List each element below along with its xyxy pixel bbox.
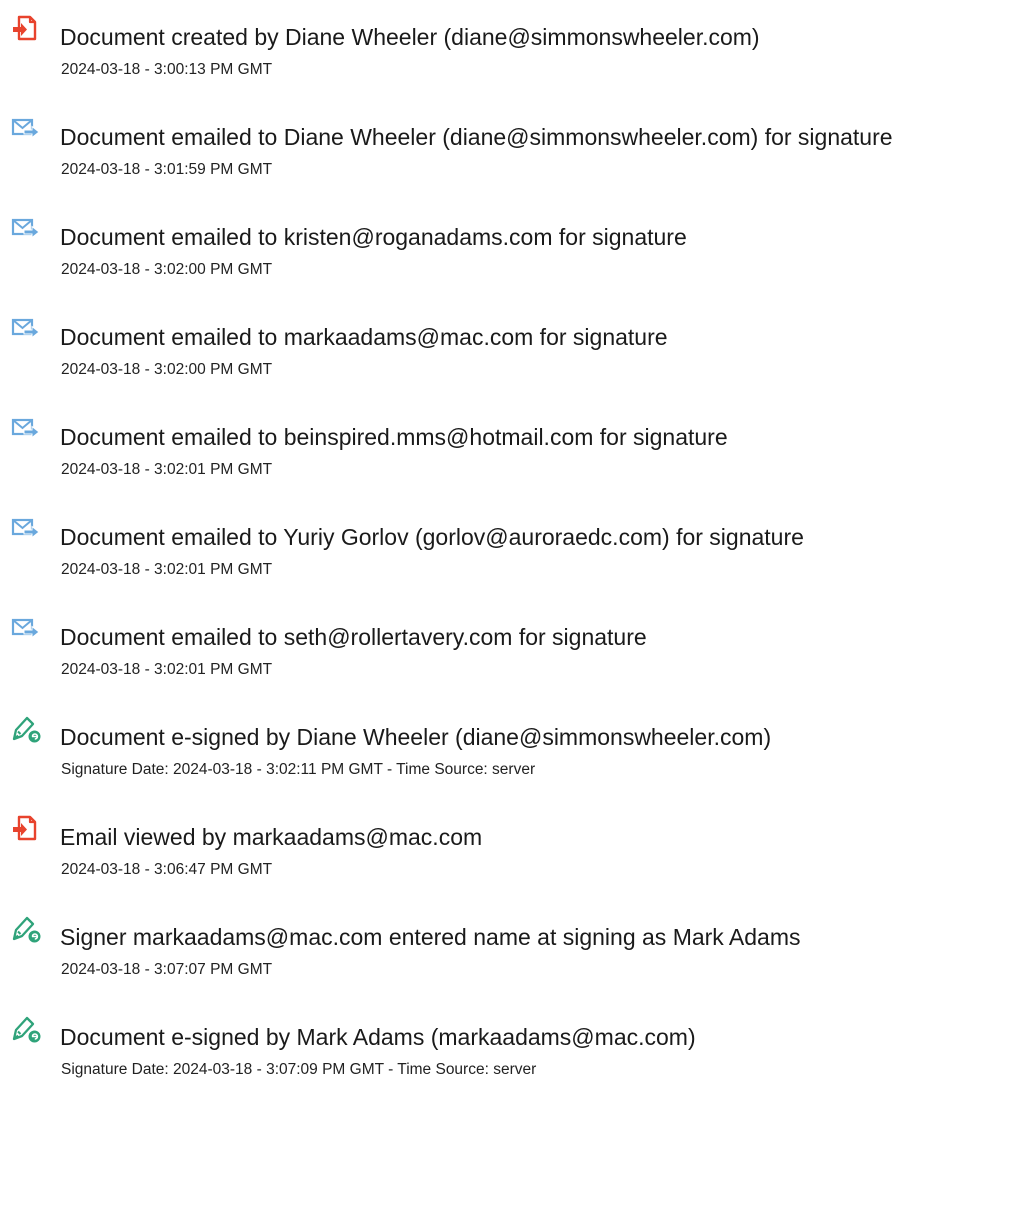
email-sent-icon [10, 312, 42, 344]
event-title: Document created by Diane Wheeler (diane… [60, 24, 760, 50]
audit-event: Email viewed by markaadams@mac.com 2024-… [0, 812, 1026, 912]
audit-event: Document e-signed by Mark Adams (markaad… [0, 1012, 1026, 1112]
event-title: Document e-signed by Mark Adams (markaad… [60, 1024, 696, 1050]
audit-event: Document e-signed by Diane Wheeler (dian… [0, 712, 1026, 812]
audit-event: Document emailed to beinspired.mms@hotma… [0, 412, 1026, 512]
event-title: Document emailed to seth@rollertavery.co… [60, 624, 647, 650]
event-timestamp: 2024-03-18 - 3:06:47 PM GMT [61, 861, 273, 878]
event-timestamp: 2024-03-18 - 3:01:59 PM GMT [61, 161, 273, 178]
event-timestamp: 2024-03-18 - 3:02:00 PM GMT [61, 261, 273, 278]
event-timestamp: 2024-03-18 - 3:07:07 PM GMT [61, 961, 273, 978]
audit-event: Signer markaadams@mac.com entered name a… [0, 912, 1026, 1012]
event-timestamp: 2024-03-18 - 3:02:00 PM GMT [61, 361, 273, 378]
document-created-icon [10, 12, 42, 44]
email-sent-icon [10, 612, 42, 644]
event-timestamp: 2024-03-18 - 3:00:13 PM GMT [61, 61, 273, 78]
email-sent-icon [10, 512, 42, 544]
event-title: Document e-signed by Diane Wheeler (dian… [60, 724, 772, 750]
esign-pen-icon [10, 712, 42, 744]
audit-event: Document emailed to markaadams@mac.com f… [0, 312, 1026, 412]
audit-event: Document created by Diane Wheeler (diane… [0, 12, 1026, 112]
email-sent-icon [10, 412, 42, 444]
event-timestamp: Signature Date: 2024-03-18 - 3:07:09 PM … [61, 1061, 537, 1078]
event-title: Signer markaadams@mac.com entered name a… [60, 924, 801, 950]
document-created-icon [10, 812, 42, 844]
event-title: Document emailed to kristen@roganadams.c… [60, 224, 687, 250]
event-title: Document emailed to markaadams@mac.com f… [60, 324, 668, 350]
event-title: Document emailed to Diane Wheeler (diane… [60, 124, 893, 150]
event-title: Document emailed to beinspired.mms@hotma… [60, 424, 728, 450]
event-timestamp: Signature Date: 2024-03-18 - 3:02:11 PM … [61, 761, 536, 778]
esign-pen-icon [10, 1012, 42, 1044]
email-sent-icon [10, 112, 42, 144]
event-timestamp: 2024-03-18 - 3:02:01 PM GMT [61, 561, 273, 578]
event-timestamp: 2024-03-18 - 3:02:01 PM GMT [61, 661, 273, 678]
event-timestamp: 2024-03-18 - 3:02:01 PM GMT [61, 461, 273, 478]
event-title: Email viewed by markaadams@mac.com [60, 824, 483, 850]
email-sent-icon [10, 212, 42, 244]
event-title: Document emailed to Yuriy Gorlov (gorlov… [60, 524, 804, 550]
esign-pen-icon [10, 912, 42, 944]
audit-event: Document emailed to Yuriy Gorlov (gorlov… [0, 512, 1026, 612]
audit-event: Document emailed to seth@rollertavery.co… [0, 612, 1026, 712]
audit-event: Document emailed to kristen@roganadams.c… [0, 212, 1026, 312]
audit-event: Document emailed to Diane Wheeler (diane… [0, 112, 1026, 212]
